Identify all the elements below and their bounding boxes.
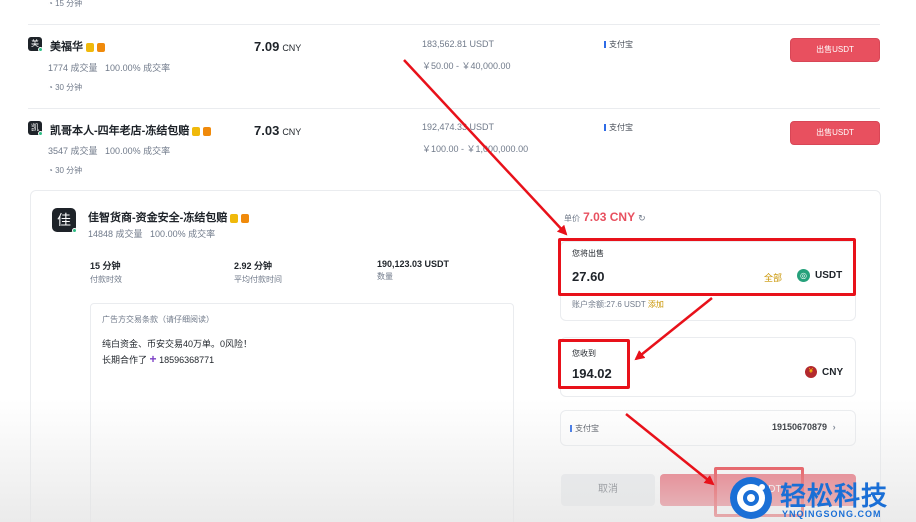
p2p-sell-page: ◔ 15 分钟 美 美福华 1774 成交量 100.00% 成交率 ◔ 30 …: [0, 0, 916, 522]
arrow-to-sell-amount: [403, 59, 568, 236]
watermark-logo: 轻松科技 YNQINGSONG.COM: [726, 474, 916, 522]
arrow-to-confirm-button: [625, 413, 715, 486]
watermark-eye-icon: [730, 477, 772, 519]
arrow-to-receive-amount: [634, 297, 713, 361]
annotation-arrows: [403, 59, 715, 486]
